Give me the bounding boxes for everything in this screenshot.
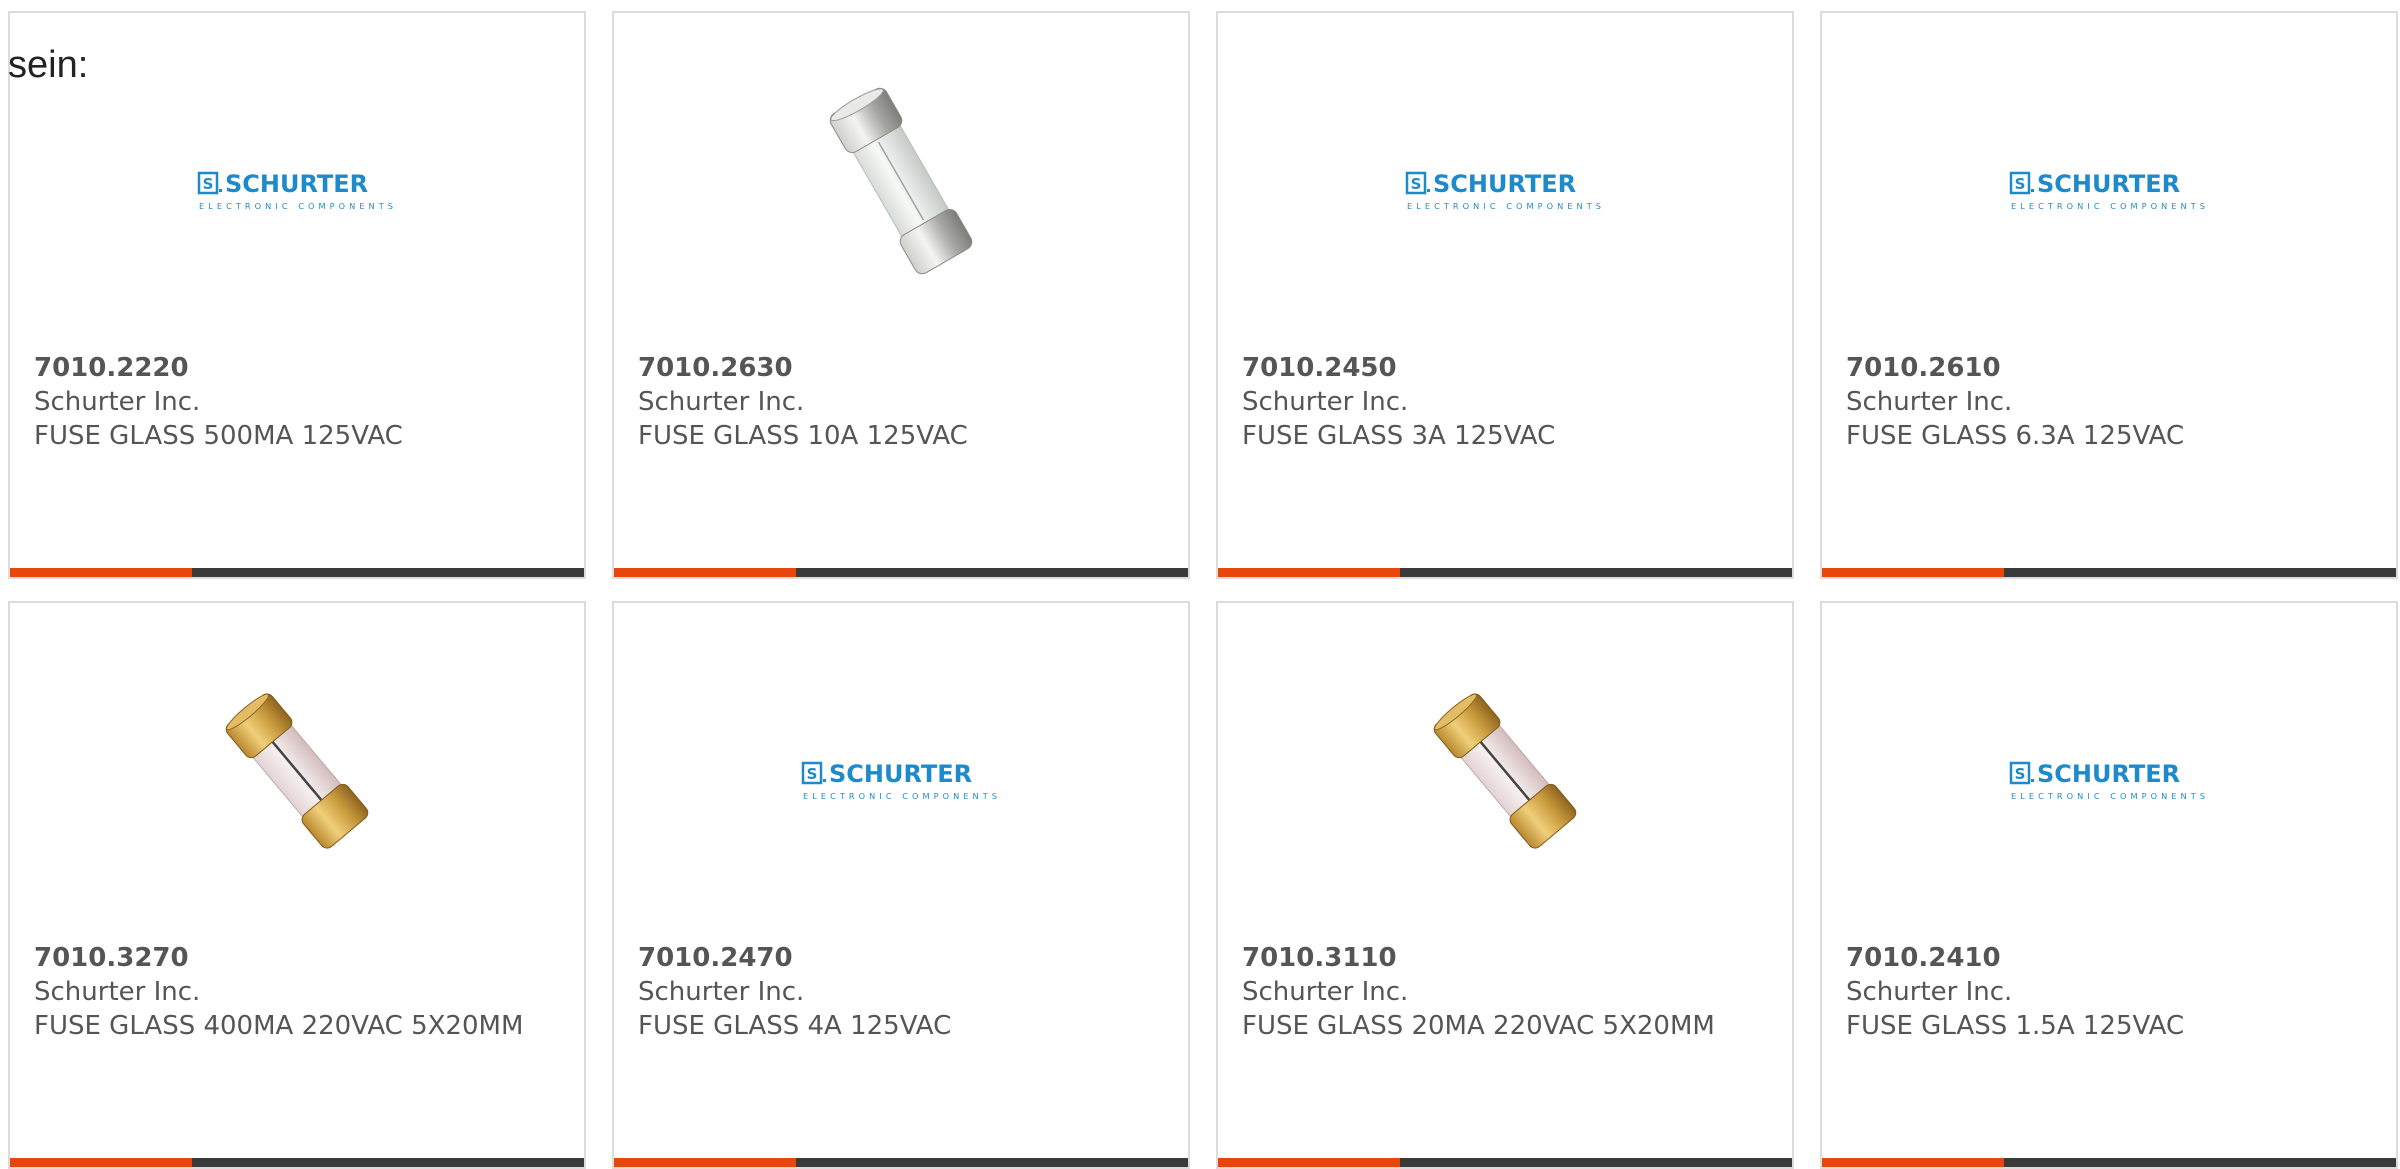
logo-subtitle: ELECTRONIC COMPONENTS: [1407, 201, 1601, 211]
product-card[interactable]: S SCHURTER ELECTRONIC COMPONENTS 7010.24…: [1216, 11, 1794, 579]
svg-text:S: S: [1411, 175, 1422, 193]
manufacturer: Schurter Inc.: [34, 387, 201, 417]
product-card[interactable]: 7010.3110 Schurter Inc. FUSE GLASS 20MA …: [1216, 601, 1794, 1169]
product-grid: S SCHURTER ELECTRONIC COMPONENTS 7010.22…: [8, 11, 2398, 1169]
part-number[interactable]: 7010.2410: [1846, 941, 2372, 975]
logo-name: SCHURTER: [2037, 760, 2180, 788]
card-bar-accent: [1218, 1158, 1400, 1167]
product-description: FUSE GLASS 10A 125VAC: [638, 421, 968, 451]
logo-subtitle: ELECTRONIC COMPONENTS: [2011, 791, 2205, 801]
svg-text:S: S: [203, 175, 214, 193]
product-card[interactable]: S SCHURTER ELECTRONIC COMPONENTS 7010.24…: [612, 601, 1190, 1169]
svg-text:S: S: [2015, 765, 2026, 783]
logo-subtitle: ELECTRONIC COMPONENTS: [803, 791, 997, 801]
part-number[interactable]: 7010.2470: [638, 941, 1164, 975]
svg-text:S: S: [2015, 175, 2026, 193]
manufacturer: Schurter Inc.: [1242, 977, 1409, 1007]
part-number[interactable]: 7010.2450: [1242, 351, 1768, 385]
schurter-logo: S SCHURTER ELECTRONIC COMPONENTS: [197, 81, 397, 281]
card-bar-accent: [10, 1158, 192, 1167]
card-bar-accent: [1822, 568, 2004, 577]
intro-text: sein:: [8, 44, 89, 86]
product-description: FUSE GLASS 20MA 220VAC 5X20MM: [1242, 1011, 1715, 1041]
part-number[interactable]: 7010.2630: [638, 351, 1164, 385]
manufacturer: Schurter Inc.: [1846, 387, 2013, 417]
product-description: FUSE GLASS 3A 125VAC: [1242, 421, 1556, 451]
part-number[interactable]: 7010.3270: [34, 941, 560, 975]
manufacturer: Schurter Inc.: [34, 977, 201, 1007]
manufacturer: Schurter Inc.: [638, 977, 805, 1007]
card-bar: [614, 568, 1188, 577]
fuse-gold-icon: [1405, 671, 1605, 871]
card-bar: [10, 1158, 584, 1167]
product-info: 7010.2410 Schurter Inc. FUSE GLASS 1.5A …: [1846, 941, 2372, 1043]
product-info: 7010.2610 Schurter Inc. FUSE GLASS 6.3A …: [1846, 351, 2372, 453]
card-bar: [1218, 1158, 1792, 1167]
logo-name: SCHURTER: [225, 170, 368, 198]
product-description: FUSE GLASS 500MA 125VAC: [34, 421, 403, 451]
logo-name: SCHURTER: [2037, 170, 2180, 198]
part-number[interactable]: 7010.2220: [34, 351, 560, 385]
schurter-logo: S SCHURTER ELECTRONIC COMPONENTS: [1405, 81, 1605, 281]
logo-name: SCHURTER: [1433, 170, 1576, 198]
product-info: 7010.2450 Schurter Inc. FUSE GLASS 3A 12…: [1242, 351, 1768, 453]
schurter-logo: S SCHURTER ELECTRONIC COMPONENTS: [801, 671, 1001, 871]
manufacturer: Schurter Inc.: [1242, 387, 1409, 417]
product-card[interactable]: 7010.2630 Schurter Inc. FUSE GLASS 10A 1…: [612, 11, 1190, 579]
card-bar: [10, 568, 584, 577]
fuse-gold-icon: [197, 671, 397, 871]
product-description: FUSE GLASS 6.3A 125VAC: [1846, 421, 2185, 451]
product-info: 7010.2220 Schurter Inc. FUSE GLASS 500MA…: [34, 351, 560, 453]
product-card[interactable]: S SCHURTER ELECTRONIC COMPONENTS 7010.24…: [1820, 601, 2398, 1169]
card-bar-accent: [10, 568, 192, 577]
product-description: FUSE GLASS 1.5A 125VAC: [1846, 1011, 2185, 1041]
logo-subtitle: ELECTRONIC COMPONENTS: [199, 201, 393, 211]
logo-name: SCHURTER: [829, 760, 972, 788]
card-bar-accent: [614, 1158, 796, 1167]
product-info: 7010.3270 Schurter Inc. FUSE GLASS 400MA…: [34, 941, 560, 1043]
card-bar-accent: [1218, 568, 1400, 577]
product-info: 7010.2630 Schurter Inc. FUSE GLASS 10A 1…: [638, 351, 1164, 453]
svg-text:S: S: [807, 765, 818, 783]
product-card[interactable]: 7010.3270 Schurter Inc. FUSE GLASS 400MA…: [8, 601, 586, 1169]
manufacturer: Schurter Inc.: [638, 387, 805, 417]
fuse-silver-icon: [801, 81, 1001, 281]
product-description: FUSE GLASS 400MA 220VAC 5X20MM: [34, 1011, 524, 1041]
card-bar: [1822, 568, 2396, 577]
card-bar-accent: [1822, 1158, 2004, 1167]
card-bar-accent: [614, 568, 796, 577]
part-number[interactable]: 7010.2610: [1846, 351, 2372, 385]
schurter-logo: S SCHURTER ELECTRONIC COMPONENTS: [2009, 671, 2209, 871]
card-bar: [1822, 1158, 2396, 1167]
product-description: FUSE GLASS 4A 125VAC: [638, 1011, 952, 1041]
product-info: 7010.2470 Schurter Inc. FUSE GLASS 4A 12…: [638, 941, 1164, 1043]
card-bar: [1218, 568, 1792, 577]
product-info: 7010.3110 Schurter Inc. FUSE GLASS 20MA …: [1242, 941, 1768, 1043]
schurter-logo: S SCHURTER ELECTRONIC COMPONENTS: [2009, 81, 2209, 281]
logo-subtitle: ELECTRONIC COMPONENTS: [2011, 201, 2205, 211]
manufacturer: Schurter Inc.: [1846, 977, 2013, 1007]
product-card[interactable]: S SCHURTER ELECTRONIC COMPONENTS 7010.22…: [8, 11, 586, 579]
product-card[interactable]: S SCHURTER ELECTRONIC COMPONENTS 7010.26…: [1820, 11, 2398, 579]
card-bar: [614, 1158, 1188, 1167]
part-number[interactable]: 7010.3110: [1242, 941, 1768, 975]
